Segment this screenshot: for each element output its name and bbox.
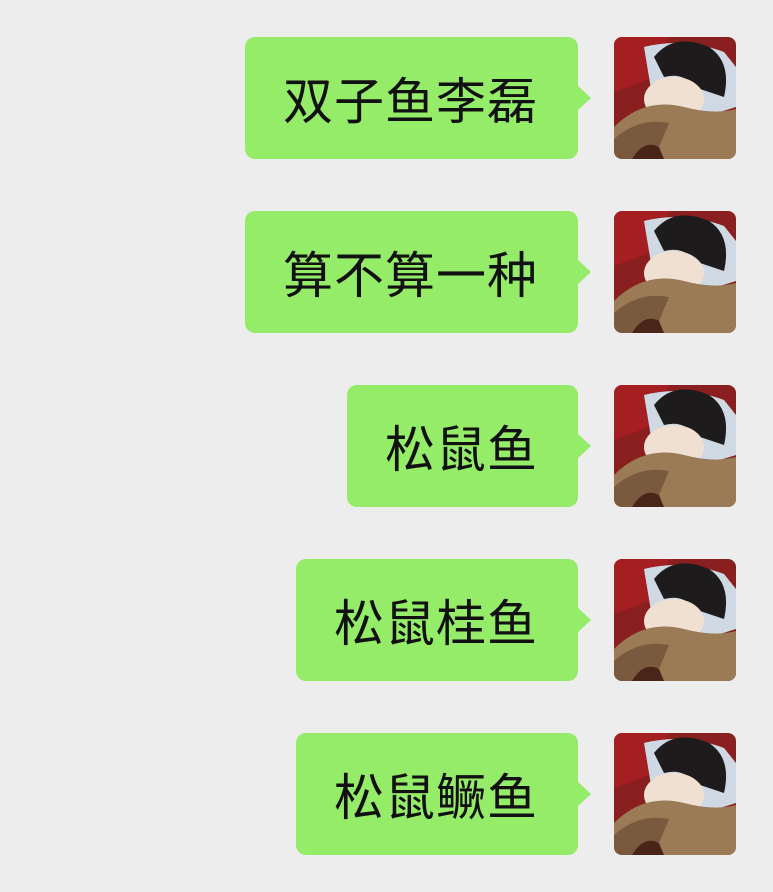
message-bubble[interactable]: 算不算一种 [245, 211, 591, 333]
message-row: 松鼠鳜鱼 [296, 733, 736, 855]
message-bubble[interactable]: 松鼠桂鱼 [296, 559, 591, 681]
message-row: 松鼠鱼 [347, 385, 736, 507]
message-text: 双子鱼李磊 [283, 73, 538, 131]
avatar[interactable] [614, 559, 736, 681]
avatar[interactable] [614, 211, 736, 333]
message-bubble[interactable]: 松鼠鳜鱼 [296, 733, 591, 855]
message-text: 松鼠桂鱼 [334, 595, 538, 653]
message-bubble[interactable]: 松鼠鱼 [347, 385, 591, 507]
chat-panel: 双子鱼李磊 算不算一种 松鼠鱼 松鼠桂鱼 松鼠鳜鱼 [0, 0, 773, 892]
message-text: 松鼠鱼 [385, 421, 538, 479]
message-row: 松鼠桂鱼 [296, 559, 736, 681]
avatar[interactable] [614, 733, 736, 855]
message-row: 双子鱼李磊 [245, 37, 736, 159]
message-text: 算不算一种 [283, 247, 538, 305]
message-bubble[interactable]: 双子鱼李磊 [245, 37, 591, 159]
avatar[interactable] [614, 37, 736, 159]
message-text: 松鼠鳜鱼 [334, 769, 538, 827]
message-row: 算不算一种 [245, 211, 736, 333]
avatar[interactable] [614, 385, 736, 507]
